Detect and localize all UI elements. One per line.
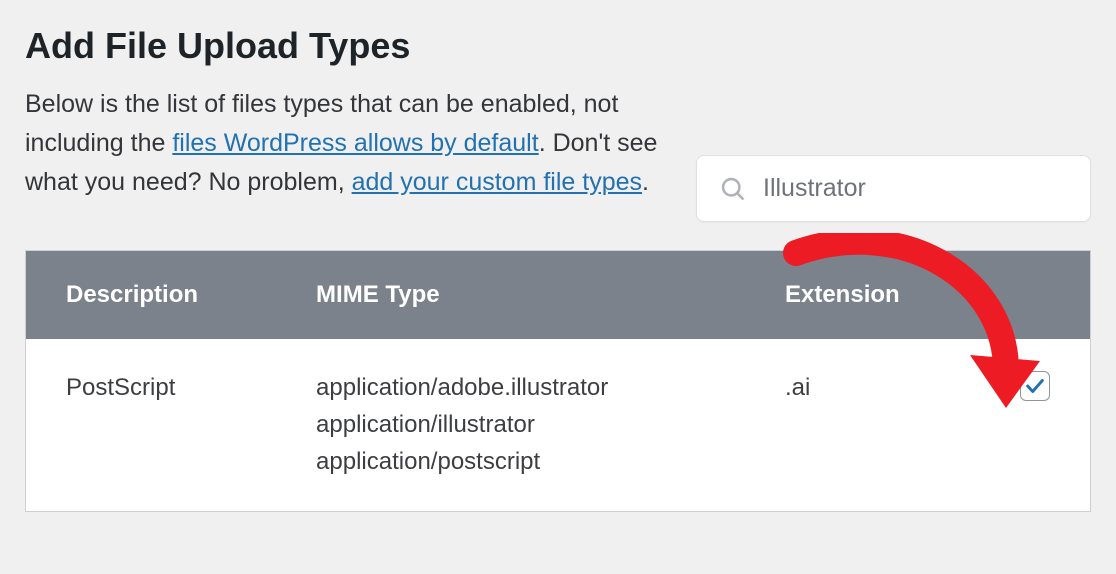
intro-paragraph: Below is the list of files types that ca… xyxy=(25,85,666,201)
search-input[interactable] xyxy=(763,174,1085,203)
column-header-mime: MIME Type xyxy=(276,251,715,339)
cell-description: PostScript xyxy=(26,339,276,511)
intro-text-3: . xyxy=(642,168,649,196)
column-header-toggle xyxy=(980,251,1090,339)
cell-extension: .ai xyxy=(715,339,980,511)
search-box[interactable] xyxy=(696,155,1091,222)
cell-mime: application/adobe.illustrator applicatio… xyxy=(276,339,715,511)
file-types-table: Description MIME Type Extension PostScri… xyxy=(26,251,1090,511)
search-icon xyxy=(719,175,747,203)
link-add-custom-types[interactable]: add your custom file types xyxy=(352,168,642,196)
link-wp-default-files[interactable]: files WordPress allows by default xyxy=(172,129,538,157)
mime-line: application/postscript xyxy=(316,443,675,480)
page-title: Add File Upload Types xyxy=(25,25,1091,67)
mime-line: application/adobe.illustrator xyxy=(316,369,675,406)
enable-type-checkbox[interactable] xyxy=(1020,371,1050,401)
checkmark-icon xyxy=(1024,375,1046,397)
table-row: PostScript application/adobe.illustrator… xyxy=(26,339,1090,511)
column-header-description: Description xyxy=(26,251,276,339)
file-types-table-container: Description MIME Type Extension PostScri… xyxy=(25,250,1091,512)
column-header-extension: Extension xyxy=(715,251,980,339)
mime-line: application/illustrator xyxy=(316,406,675,443)
